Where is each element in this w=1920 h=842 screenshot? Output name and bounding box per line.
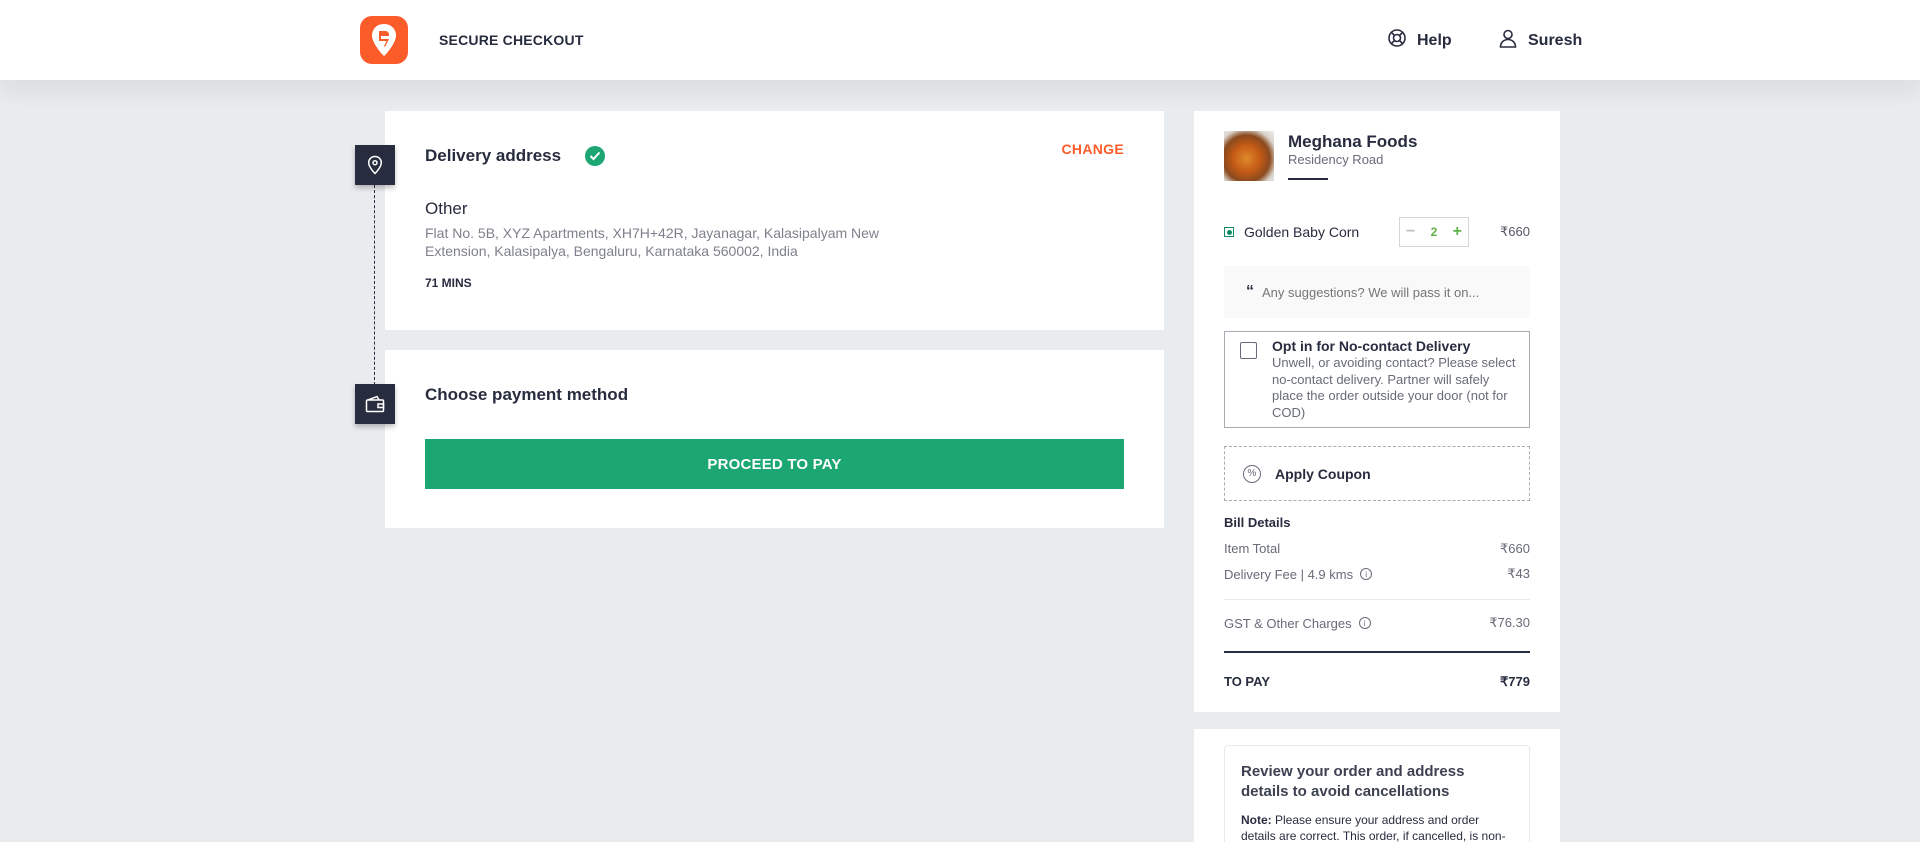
apply-coupon-label: Apply Coupon — [1275, 465, 1371, 482]
restaurant-name[interactable]: Meghana Foods — [1288, 132, 1417, 152]
total-divider — [1224, 651, 1530, 653]
help-link[interactable]: Help — [1387, 28, 1452, 53]
restaurant-image — [1224, 131, 1274, 181]
info-icon[interactable]: i — [1360, 568, 1373, 580]
cart-item-price: ₹660 — [1500, 224, 1530, 239]
percent-icon: % — [1243, 464, 1261, 483]
item-total-label: Item Total — [1224, 541, 1281, 556]
suggestions-input[interactable] — [1262, 284, 1502, 300]
gst-label: GST & Other Charges — [1224, 615, 1352, 631]
delivery-fee-value: ₹43 — [1507, 566, 1530, 581]
address-type: Other — [425, 199, 468, 218]
user-menu[interactable]: Suresh — [1498, 28, 1582, 53]
to-pay-row: TO PAY ₹779 — [1224, 674, 1530, 690]
delivery-fee-label: Delivery Fee | 4.9 kms — [1224, 566, 1354, 582]
delivery-eta: 71 MINS — [425, 276, 472, 290]
suggestions-box: “ — [1224, 266, 1530, 318]
no-contact-checkbox[interactable] — [1240, 342, 1257, 359]
item-quantity: 2 — [1430, 225, 1438, 239]
swiggy-logo-icon[interactable] — [360, 16, 408, 64]
change-address-link[interactable]: CHANGE — [1062, 141, 1124, 157]
bill-details-title: Bill Details — [1224, 515, 1291, 530]
wallet-icon — [355, 384, 395, 424]
bill-divider — [1224, 599, 1530, 600]
apply-coupon-button[interactable]: % Apply Coupon — [1224, 446, 1530, 501]
cart-item-name: Golden Baby Corn — [1244, 224, 1360, 240]
veg-indicator-icon — [1224, 227, 1234, 237]
delivery-address-card: Delivery address CHANGE Other Flat No. 5… — [385, 111, 1164, 330]
info-icon[interactable]: i — [1358, 617, 1371, 629]
page-title: SECURE CHECKOUT — [439, 32, 584, 48]
review-order-card: Review your order and address details to… — [1194, 729, 1560, 842]
help-label: Help — [1417, 31, 1452, 49]
quote-icon: “ — [1246, 283, 1254, 300]
location-pin-icon — [355, 145, 395, 185]
no-contact-title: Opt in for No-contact Delivery — [1272, 338, 1471, 354]
bill-gst-row: GST & Other Charges i ₹76.30 — [1224, 615, 1530, 631]
note-text: Please ensure your address and order det… — [1241, 813, 1506, 842]
bill-delivery-fee-row: Delivery Fee | 4.9 kms i ₹43 — [1224, 566, 1530, 582]
lifebuoy-icon — [1387, 28, 1407, 53]
increase-quantity-button[interactable]: + — [1453, 223, 1462, 241]
payment-method-title: Choose payment method — [425, 385, 629, 404]
address-text: Flat No. 5B, XYZ Apartments, XH7H+42R, J… — [425, 225, 880, 259]
user-icon — [1498, 28, 1518, 53]
to-pay-value: ₹779 — [1500, 674, 1530, 689]
user-name: Suresh — [1528, 31, 1583, 49]
review-order-note: Note: Please ensure your address and ord… — [1241, 812, 1513, 842]
check-circle-icon — [585, 146, 606, 166]
quantity-stepper: − 2 + — [1399, 217, 1469, 247]
proceed-to-pay-button[interactable]: PROCEED TO PAY — [425, 439, 1124, 489]
to-pay-label: TO PAY — [1224, 674, 1271, 689]
delivery-address-header: Delivery address — [425, 146, 606, 166]
no-contact-description: Unwell, or avoiding contact? Please sele… — [1272, 355, 1516, 420]
cart-panel: Meghana Foods Residency Road Golden Baby… — [1194, 111, 1560, 712]
checkout-timeline — [374, 185, 375, 385]
cart-item: Golden Baby Corn − 2 + ₹660 — [1224, 217, 1530, 247]
restaurant-underline — [1288, 178, 1328, 180]
review-order-box: Review your order and address details to… — [1224, 745, 1530, 842]
gst-value: ₹76.30 — [1489, 615, 1530, 630]
item-total-value: ₹660 — [1500, 541, 1530, 556]
bill-item-total-row: Item Total ₹660 — [1224, 541, 1530, 557]
review-order-title: Review your order and address details to… — [1241, 763, 1465, 800]
top-header: SECURE CHECKOUT Help Suresh — [0, 0, 1920, 80]
delivery-address-title: Delivery address — [425, 146, 562, 165]
restaurant-area: Residency Road — [1288, 152, 1384, 167]
decrease-quantity-button[interactable]: − — [1406, 223, 1415, 241]
payment-method-card: Choose payment method PROCEED TO PAY — [385, 350, 1164, 528]
no-contact-delivery-option[interactable]: Opt in for No-contact Delivery Unwell, o… — [1224, 331, 1530, 428]
note-label: Note: — [1241, 813, 1272, 827]
